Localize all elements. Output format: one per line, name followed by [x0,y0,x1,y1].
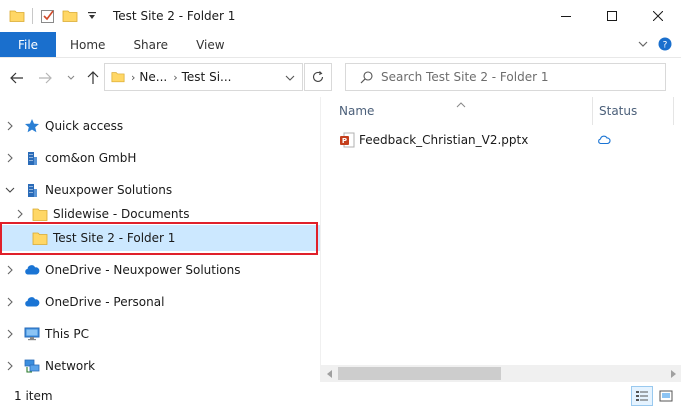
nav-item-test-site-2-folder-1[interactable]: Test Site 2 - Folder 1 [0,225,320,251]
ribbon-tabs: File Home Share View ? [0,32,681,57]
column-header-status[interactable]: Status [599,97,669,125]
nav-label: Neuxpower Solutions [45,183,173,197]
computer-icon [24,326,40,342]
nav-label: OneDrive - Neuxpower Solutions [45,263,241,277]
nav-item-neuxpower-solutions[interactable]: Neuxpower Solutions [0,178,320,202]
navigation-bar: › Ne... › Test Si... [0,57,681,97]
address-dropdown-icon[interactable] [282,70,298,86]
expand-chevron-icon[interactable] [4,328,16,340]
nav-item-slidewise-documents[interactable]: Slidewise - Documents [0,202,320,226]
customize-qat-icon[interactable] [83,7,101,25]
column-separator[interactable] [673,97,674,125]
back-arrow-icon[interactable] [6,58,28,98]
expand-chevron-icon[interactable] [4,120,16,132]
forward-arrow-icon[interactable] [34,58,56,98]
onedrive-cloud-icon [24,262,40,278]
close-icon[interactable] [635,0,681,32]
title-bar: Test Site 2 - Folder 1 [0,0,681,32]
help-icon[interactable]: ? [657,36,673,52]
breadcrumb-segment[interactable]: Ne... [139,70,167,84]
details-view-icon[interactable] [631,386,653,406]
search-icon [360,70,373,84]
tab-share[interactable]: Share [119,32,182,57]
nav-item-onedrive-personal[interactable]: OneDrive - Personal [0,290,320,314]
expand-chevron-icon[interactable] [4,264,16,276]
new-folder-icon[interactable] [61,7,79,25]
up-arrow-icon[interactable] [82,58,104,98]
cloud-status-icon [597,134,613,146]
window-controls [543,0,681,32]
nav-label: Network [45,359,96,373]
nav-item-quick-access[interactable]: Quick access [0,114,320,138]
folder-icon [111,70,125,84]
status-bar: 1 item [0,382,681,409]
folder-icon[interactable] [8,7,26,25]
nav-label: com&on GmbH [45,151,137,165]
nav-label: OneDrive - Personal [45,295,165,309]
file-row[interactable]: P Feedback_Christian_V2.pptx [339,130,528,150]
breadcrumb-chevron-icon[interactable]: › [131,71,135,84]
svg-text:?: ? [663,41,668,51]
building-icon [24,182,40,198]
qat-separator [32,8,33,24]
expand-chevron-icon[interactable] [4,152,16,164]
navigation-pane: Quick access com&on GmbH Neuxpower Solut… [0,97,320,382]
horizontal-scrollbar[interactable] [321,365,681,382]
folder-icon [32,230,48,246]
expand-ribbon-icon[interactable] [635,36,651,52]
scroll-thumb[interactable] [338,367,501,380]
scroll-right-arrow-icon[interactable] [664,365,681,382]
nav-item-onedrive-neuxpower[interactable]: OneDrive - Neuxpower Solutions [0,258,320,282]
window-title: Test Site 2 - Folder 1 [113,9,236,23]
file-name: Feedback_Christian_V2.pptx [359,133,529,147]
search-input[interactable] [381,70,661,84]
properties-checkbox-icon[interactable] [39,7,57,25]
nav-label: Quick access [45,119,124,133]
tab-home[interactable]: Home [56,32,119,57]
nav-item-com-on-gmbh[interactable]: com&on GmbH [0,146,320,170]
scroll-left-arrow-icon[interactable] [321,365,338,382]
column-separator[interactable] [592,97,593,125]
nav-item-network[interactable]: Network [0,354,320,378]
breadcrumb-chevron-icon[interactable]: › [173,71,177,84]
collapse-chevron-icon[interactable] [4,184,16,196]
expand-chevron-icon[interactable] [4,360,16,372]
building-icon [24,150,40,166]
star-icon [24,118,40,134]
nav-label: This PC [45,327,89,341]
nav-item-this-pc[interactable]: This PC [0,322,320,346]
minimize-icon[interactable] [543,0,589,32]
search-box[interactable] [345,63,666,91]
expand-chevron-icon[interactable] [14,208,26,220]
nav-label: Slidewise - Documents [53,207,190,221]
svg-text:P: P [342,137,347,145]
view-toggle [631,386,677,406]
ribbon-right-controls: ? [635,36,673,52]
maximize-icon[interactable] [589,0,635,32]
item-count: 1 item [14,388,53,403]
tab-view[interactable]: View [182,32,238,57]
recent-locations-chevron-icon[interactable] [60,58,82,98]
folder-icon [32,206,48,222]
nav-label: Test Site 2 - Folder 1 [53,231,176,245]
breadcrumb-segment[interactable]: Test Si... [182,70,232,84]
network-icon [24,358,40,374]
address-bar[interactable]: › Ne... › Test Si... [104,63,303,91]
tab-file[interactable]: File [0,32,56,57]
expand-chevron-icon[interactable] [4,296,16,308]
onedrive-cloud-icon [24,294,40,310]
column-header-name[interactable]: Name [339,97,589,125]
refresh-icon[interactable] [304,63,332,91]
large-icons-view-icon[interactable] [655,386,677,406]
quick-access-toolbar [0,0,105,32]
file-list-pane: Name Status P Feedback_Christian_V2.pptx [321,97,681,382]
powerpoint-file-icon: P [339,132,355,148]
